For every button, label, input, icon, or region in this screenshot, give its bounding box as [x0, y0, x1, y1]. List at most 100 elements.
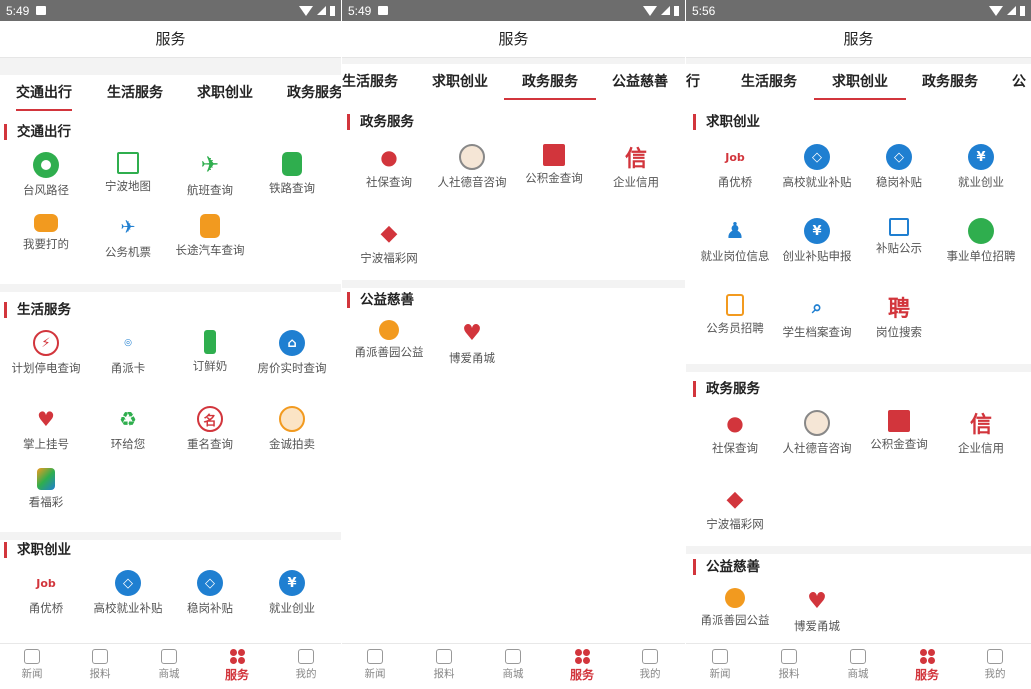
grid-item-job-search[interactable]: 聘 岗位搜索	[858, 294, 940, 339]
grid-item-power[interactable]: ⚡ 计划停电查询	[5, 330, 87, 375]
grid-item-love-city[interactable]: ♥ 博爱甬城	[776, 588, 858, 633]
item-label: 人社德音咨询	[782, 441, 852, 455]
tab-life[interactable]: 生活服务	[342, 64, 398, 100]
building-icon	[543, 144, 565, 166]
nav-service[interactable]: 服务	[212, 649, 262, 683]
grid-item-institution-recruit[interactable]: 事业单位招聘	[940, 218, 1022, 263]
service-icon	[919, 649, 935, 664]
tab-charity-partial[interactable]: 公	[1012, 64, 1026, 100]
nav-service[interactable]: 服务	[557, 649, 607, 683]
grid-item-yongyouqiao[interactable]: Job 甬优桥	[5, 570, 87, 615]
grid-item-hr-consult[interactable]: 人社德音咨询	[776, 410, 858, 455]
auction-emblem-icon	[279, 406, 305, 432]
grid-item-auction[interactable]: 金诚拍卖	[251, 406, 333, 451]
grid-item-taxi[interactable]: 我要打的	[5, 214, 87, 251]
item-label: 金诚拍卖	[269, 437, 315, 451]
grid-item-card[interactable]: ◎ 甬派卡	[87, 330, 169, 375]
nav-label: 我的	[295, 668, 317, 680]
grid-item-lottery[interactable]: 看福彩	[5, 468, 87, 509]
nav-mine[interactable]: 我的	[281, 649, 331, 681]
grid-item-employment[interactable]: ¥ 就业创业	[251, 570, 333, 615]
nav-report[interactable]: 报料	[764, 649, 814, 681]
nav-mall[interactable]: 商城	[833, 649, 883, 681]
nav-mine[interactable]: 我的	[970, 649, 1020, 681]
grid-item-love-city[interactable]: ♥ 博爱甬城	[431, 320, 513, 365]
item-label: 宁波地图	[105, 179, 151, 193]
grid-item-yongyouqiao[interactable]: Job 甬优桥	[694, 144, 776, 189]
tab-charity[interactable]: 公益慈善	[612, 64, 668, 100]
item-label: 甬派善园公益	[354, 345, 424, 359]
grid-item-typhoon[interactable]: 台风路径	[5, 152, 87, 197]
nav-mall[interactable]: 商城	[488, 649, 538, 681]
grid-item-welfare-lottery[interactable]: ◆ 宁波福彩网	[694, 486, 776, 531]
grid-item-startup-subsidy[interactable]: ¥ 创业补贴申报	[776, 218, 858, 263]
tab-life[interactable]: 生活服务	[107, 75, 163, 111]
status-time: 5:49	[348, 3, 372, 18]
diamond-icon: ◇	[886, 144, 912, 170]
nav-label: 报料	[433, 668, 455, 680]
grid-item-social-security[interactable]: ● 社保查询	[348, 144, 430, 189]
nav-news[interactable]: 新闻	[7, 649, 57, 681]
mall-icon	[850, 649, 866, 664]
map-icon	[117, 152, 139, 174]
grid-item-college-subsidy[interactable]: ◇ 高校就业补贴	[87, 570, 169, 615]
grid-item-name-check[interactable]: 名 重名查询	[169, 406, 251, 451]
grid-item-civil-servant[interactable]: 公务员招聘	[694, 294, 776, 335]
grid-item-hr-consult[interactable]: 人社德音咨询	[431, 144, 513, 189]
milk-bottle-icon	[204, 330, 216, 354]
grid-item-credit[interactable]: 信 企业信用	[940, 410, 1022, 455]
grid-item-stable-subsidy[interactable]: ◇ 稳岗补贴	[169, 570, 251, 615]
lottery-icon	[37, 468, 55, 490]
grid-item-housing-fund[interactable]: 公积金查询	[858, 410, 940, 451]
tab-life[interactable]: 生活服务	[741, 64, 797, 100]
document-icon	[726, 294, 744, 316]
grid-item-student-archive[interactable]: ⌕ 学生档案查询	[776, 294, 858, 339]
nav-news[interactable]: 新闻	[695, 649, 745, 681]
tab-traffic-partial[interactable]: 行	[686, 64, 700, 100]
grid-item-subsidy-notice[interactable]: 补贴公示	[858, 218, 940, 255]
grid-item-house-price[interactable]: ⌂ 房价实时查询	[251, 330, 333, 375]
section-separator	[0, 532, 341, 540]
item-label: 计划停电查询	[11, 361, 81, 375]
user-icon	[298, 649, 314, 664]
grid-item-welfare-lottery[interactable]: ◆ 宁波福彩网	[348, 220, 430, 265]
tab-jobs[interactable]: 求职创业	[432, 64, 488, 100]
bus-icon	[200, 214, 220, 238]
grid-item-charity-garden[interactable]: 甬派善园公益	[348, 320, 430, 359]
grid-item-milk[interactable]: 订鲜奶	[169, 330, 251, 373]
grid-item-charity-garden[interactable]: 甬派善园公益	[694, 588, 776, 627]
grid-item-registration[interactable]: ♥ 掌上挂号	[5, 406, 87, 451]
image-notification-icon	[36, 6, 47, 15]
nav-report[interactable]: 报料	[419, 649, 469, 681]
grid-item-credit[interactable]: 信 企业信用	[595, 144, 677, 189]
tab-traffic[interactable]: 交通出行	[16, 75, 72, 111]
tab-jobs[interactable]: 求职创业	[197, 75, 253, 111]
nav-news[interactable]: 新闻	[350, 649, 400, 681]
grid-item-map[interactable]: 宁波地图	[87, 152, 169, 193]
grid-item-college-subsidy[interactable]: ◇ 高校就业补贴	[776, 144, 858, 189]
grid-item-bus[interactable]: 长途汽车查询	[169, 214, 251, 257]
item-label: 公务员招聘	[706, 321, 764, 335]
nav-mine[interactable]: 我的	[625, 649, 675, 681]
page-title: 服务	[686, 21, 1031, 58]
item-label: 台风路径	[23, 183, 69, 197]
grid-item-return[interactable]: ♻ 环给您	[87, 406, 169, 451]
nav-service[interactable]: 服务	[902, 649, 952, 683]
tab-gov[interactable]: 政务服务	[922, 64, 978, 100]
section-separator	[686, 546, 1031, 554]
tab-gov[interactable]: 政务服务	[287, 75, 341, 111]
grid-item-employment[interactable]: ¥ 就业创业	[940, 144, 1022, 189]
grid-item-flight[interactable]: ✈ 航班查询	[169, 152, 251, 197]
nav-mall[interactable]: 商城	[144, 649, 194, 681]
grid-item-housing-fund[interactable]: 公积金查询	[513, 144, 595, 185]
tab-gov[interactable]: 政务服务	[504, 64, 596, 100]
grid-item-railway[interactable]: 铁路查询	[251, 152, 333, 195]
tab-jobs[interactable]: 求职创业	[814, 64, 906, 100]
nav-report[interactable]: 报料	[75, 649, 125, 681]
news-icon	[367, 649, 383, 664]
grid-item-stable-subsidy[interactable]: ◇ 稳岗补贴	[858, 144, 940, 189]
item-label: 高校就业补贴	[782, 175, 852, 189]
grid-item-social-security[interactable]: ● 社保查询	[694, 410, 776, 455]
grid-item-job-info[interactable]: ♟ 就业岗位信息	[694, 218, 776, 263]
grid-item-ticket[interactable]: ✈ 公务机票	[87, 214, 169, 259]
